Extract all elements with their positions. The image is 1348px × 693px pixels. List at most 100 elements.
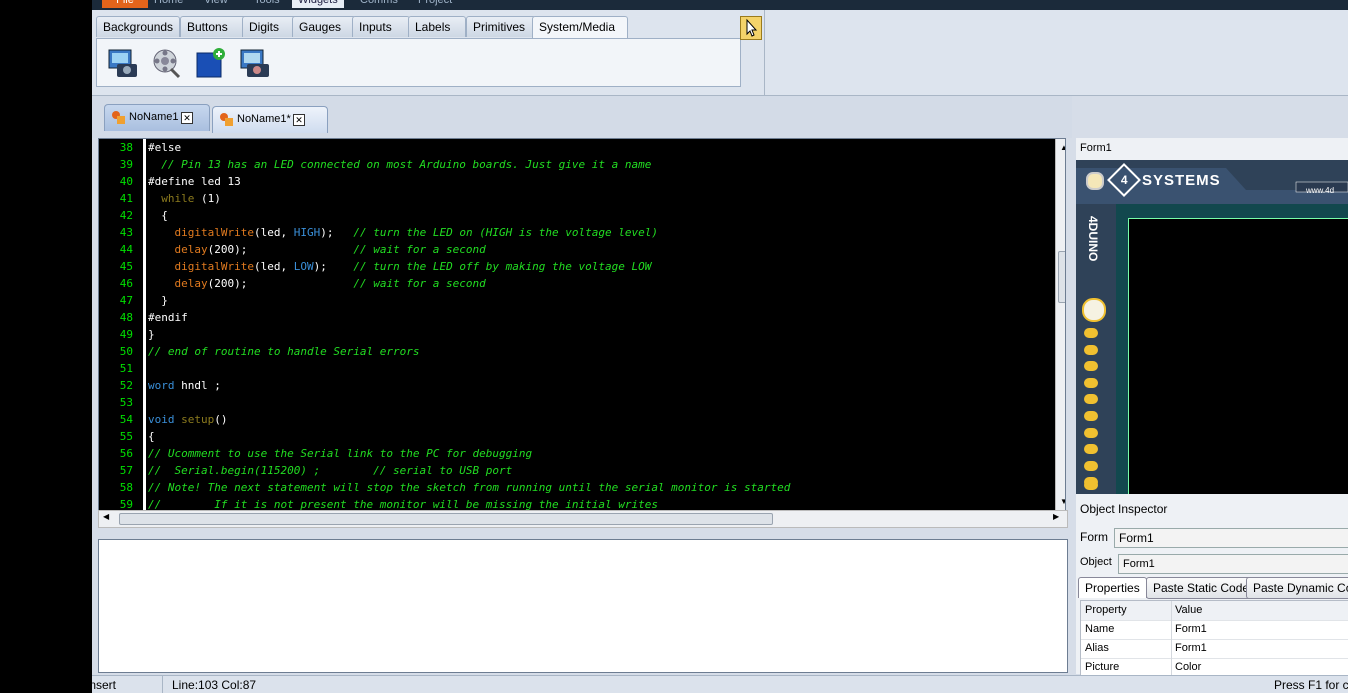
status-bar: Insert Line:103 Col:87 Press F1 for cont… bbox=[92, 675, 1348, 693]
code-line[interactable]: } bbox=[148, 328, 155, 341]
menu-file[interactable]: File bbox=[102, 0, 148, 8]
tab-labels[interactable]: Labels bbox=[408, 16, 466, 37]
code-token: // Note! The next statement will stop th… bbox=[148, 481, 791, 494]
close-icon[interactable]: ✕ bbox=[181, 112, 193, 124]
paste-static-code-button[interactable]: Paste Static Code bbox=[1146, 577, 1257, 599]
code-line[interactable]: delay(200); // wait for a second bbox=[148, 277, 486, 290]
code-token: } bbox=[148, 294, 168, 307]
paste-dynamic-code-button[interactable]: Paste Dynamic Code bbox=[1246, 577, 1348, 599]
output-panel[interactable] bbox=[98, 539, 1068, 673]
code-line[interactable]: // Serial.begin(115200) ; // serial to U… bbox=[148, 464, 512, 477]
code-line[interactable]: // Note! The next statement will stop th… bbox=[148, 481, 790, 494]
property-value[interactable]: Form1 bbox=[1175, 623, 1207, 635]
code-token: #endif bbox=[148, 311, 188, 324]
code-line[interactable]: // Pin 13 has an LED connected on most A… bbox=[148, 158, 651, 171]
menu-view[interactable]: View bbox=[198, 0, 234, 8]
document-tabs: NoName1 ✕ NoName1* ✕ bbox=[92, 96, 1072, 138]
property-value[interactable]: Color bbox=[1175, 661, 1201, 673]
scroll-left-icon[interactable]: ◀ bbox=[103, 512, 109, 521]
code-line[interactable]: digitalWrite(led, HIGH); // turn the LED… bbox=[148, 226, 659, 239]
form-select[interactable]: Form1 bbox=[1114, 528, 1348, 548]
code-line[interactable]: digitalWrite(led, LOW); // turn the LED … bbox=[148, 260, 652, 273]
code-line[interactable]: #endif bbox=[148, 311, 188, 324]
pointer-tool-button[interactable] bbox=[740, 16, 762, 40]
object-select[interactable]: Form1 bbox=[1118, 554, 1348, 574]
code-token: void bbox=[148, 413, 175, 426]
property-name: Alias bbox=[1085, 642, 1109, 654]
table-row[interactable]: Picture Color bbox=[1081, 658, 1348, 675]
code-token: // Ucomment to use the Serial link to th… bbox=[148, 447, 533, 460]
video-camera-icon[interactable] bbox=[239, 47, 271, 79]
code-line[interactable]: } bbox=[148, 294, 168, 307]
app-window: File Home View Tools Widgets Comms Proje… bbox=[92, 0, 1348, 693]
table-row[interactable]: Alias Form1 bbox=[1081, 639, 1348, 659]
board-reset-button bbox=[1082, 298, 1106, 322]
table-row[interactable]: Name Form1 bbox=[1081, 620, 1348, 640]
line-number: 52 bbox=[119, 379, 133, 392]
cursor-icon bbox=[746, 18, 758, 37]
tab-buttons[interactable]: Buttons bbox=[180, 16, 250, 37]
line-number: 51 bbox=[119, 362, 133, 375]
status-help: Press F1 for context help bbox=[1274, 678, 1348, 692]
sketch-icon bbox=[219, 112, 233, 126]
new-document-icon[interactable] bbox=[195, 47, 227, 79]
code-token: ); bbox=[320, 226, 354, 239]
tab-backgrounds[interactable]: Backgrounds bbox=[96, 16, 180, 37]
tab-digits[interactable]: Digits bbox=[242, 16, 298, 37]
vertical-scroll-thumb[interactable] bbox=[1058, 251, 1065, 303]
code-token: digitalWrite bbox=[174, 226, 254, 239]
code-line[interactable]: word hndl ; bbox=[148, 379, 221, 392]
horizontal-scrollbar[interactable]: ◀ ▶ bbox=[98, 510, 1068, 528]
doc-tab-noname1-modified[interactable]: NoName1* ✕ bbox=[212, 106, 328, 133]
code-line[interactable]: // Ucomment to use the Serial link to th… bbox=[148, 447, 532, 460]
scroll-down-icon[interactable]: ▼ bbox=[1060, 497, 1065, 506]
form-canvas[interactable]: 4 SYSTEMS www.4d 4DUINO bbox=[1076, 160, 1348, 494]
code-line[interactable]: while (1) bbox=[148, 192, 221, 205]
code-token: (200); bbox=[207, 243, 354, 256]
code-line[interactable]: // end of routine to handle Serial error… bbox=[148, 345, 420, 358]
tab-properties[interactable]: Properties bbox=[1078, 577, 1147, 598]
code-token: (200); bbox=[207, 277, 354, 290]
menu-widgets[interactable]: Widgets bbox=[292, 0, 344, 8]
code-line[interactable]: #define led 13 bbox=[148, 175, 241, 188]
display-screen[interactable] bbox=[1128, 218, 1348, 494]
line-number: 40 bbox=[119, 175, 133, 188]
close-icon[interactable]: ✕ bbox=[293, 114, 305, 126]
menu-home[interactable]: Home bbox=[148, 0, 189, 8]
ribbon-panel bbox=[96, 38, 741, 87]
tab-primitives[interactable]: Primitives bbox=[466, 16, 536, 37]
property-value[interactable]: Form1 bbox=[1175, 642, 1207, 654]
line-number: 54 bbox=[119, 413, 133, 426]
tab-system-media[interactable]: System/Media bbox=[532, 16, 628, 39]
code-line[interactable]: delay(200); // wait for a second bbox=[148, 243, 486, 256]
scroll-up-icon[interactable]: ▲ bbox=[1060, 143, 1065, 152]
code-line[interactable]: void setup() bbox=[148, 413, 228, 426]
property-name: Name bbox=[1085, 623, 1115, 635]
vertical-scrollbar[interactable]: ▲ ▼ bbox=[1055, 139, 1065, 511]
code-token: #define led 13 bbox=[148, 175, 241, 188]
code-token: { bbox=[148, 430, 155, 443]
code-line[interactable]: { bbox=[148, 209, 168, 222]
code-token: // wait for a second bbox=[353, 243, 486, 256]
line-number: 56 bbox=[119, 447, 133, 460]
code-line[interactable]: { bbox=[148, 430, 155, 443]
menu-project[interactable]: Project bbox=[412, 0, 458, 8]
gear-film-icon[interactable] bbox=[151, 47, 183, 79]
image-camera-icon[interactable] bbox=[107, 47, 139, 79]
board-url-text: www.4d bbox=[1306, 186, 1335, 195]
code-line[interactable]: #else bbox=[148, 141, 181, 154]
doc-tab-noname1[interactable]: NoName1 ✕ bbox=[104, 104, 210, 131]
scroll-right-icon[interactable]: ▶ bbox=[1053, 512, 1059, 521]
code-token: ); bbox=[313, 260, 354, 273]
code-token: // wait for a second bbox=[353, 277, 486, 290]
code-editor[interactable]: 38 39 40 41 42 43 44 45 46 47 48 49 50 51 52 53 54 55 56 57… bbox=[98, 138, 1066, 512]
tab-gauges[interactable]: Gauges bbox=[292, 16, 356, 37]
board-pin bbox=[1084, 411, 1098, 421]
line-number: 46 bbox=[119, 277, 133, 290]
code-token: hndl ; bbox=[174, 379, 221, 392]
horizontal-scroll-thumb[interactable] bbox=[119, 513, 773, 525]
menu-comms[interactable]: Comms bbox=[354, 0, 404, 8]
tab-inputs[interactable]: Inputs bbox=[352, 16, 410, 37]
property-grid: Property Value Name Form1 Alias Form1 Pi… bbox=[1080, 600, 1348, 676]
menu-tools[interactable]: Tools bbox=[248, 0, 286, 8]
